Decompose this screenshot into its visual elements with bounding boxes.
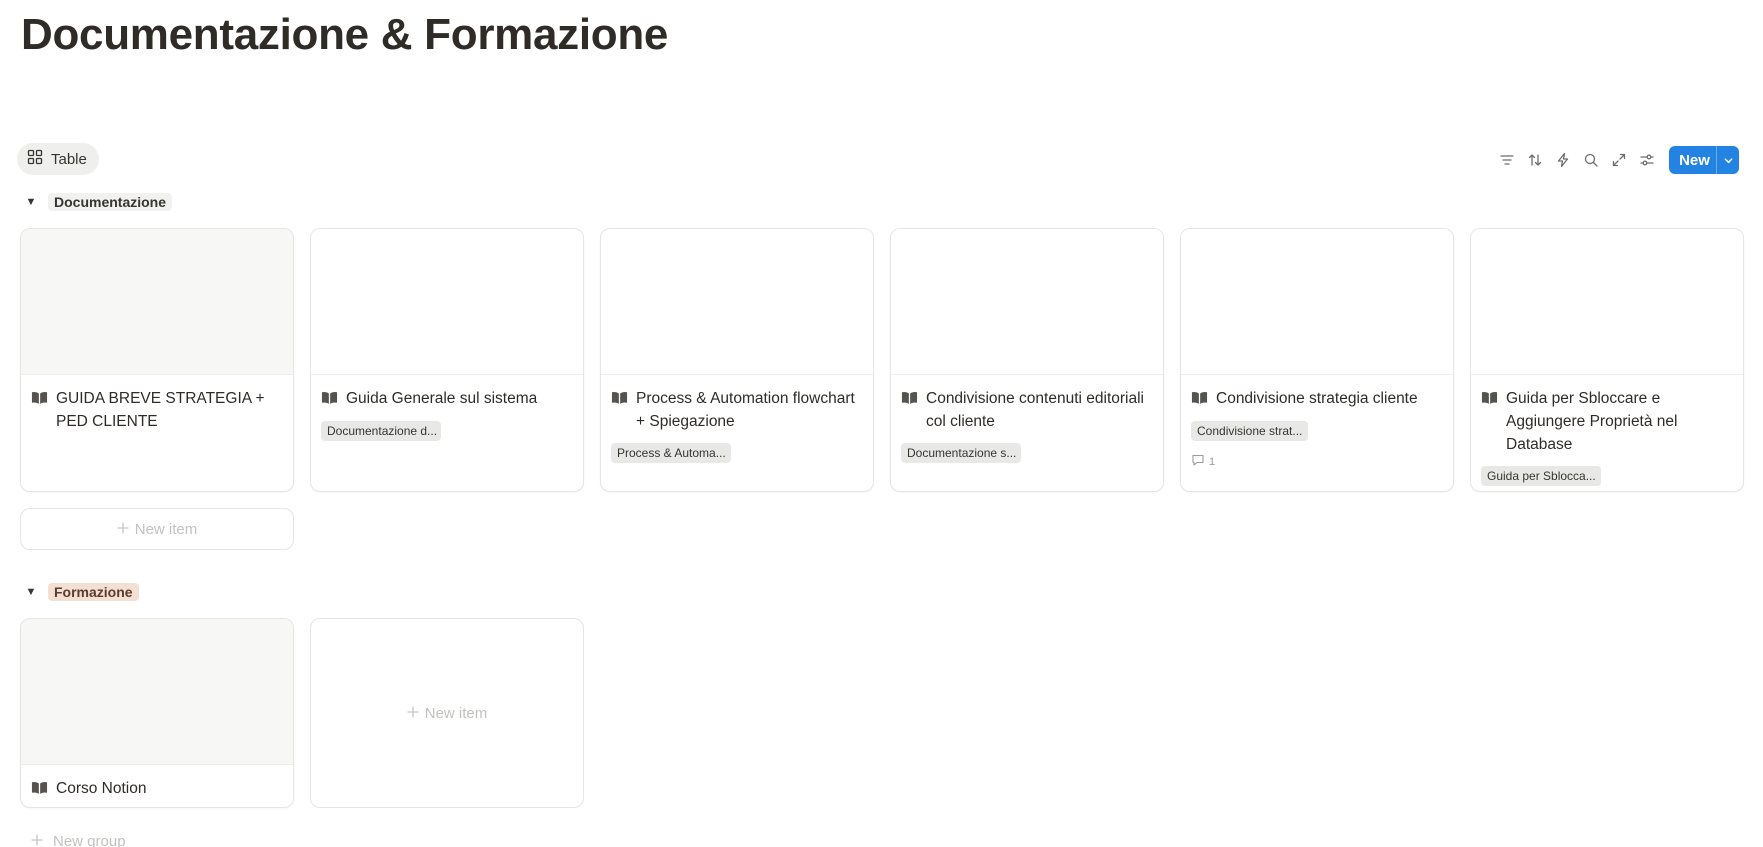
gallery-card[interactable]: Condivisione strategia cliente Condivisi… xyxy=(1180,228,1454,492)
book-open-icon xyxy=(901,387,918,411)
card-title: Process & Automation flowchart + Spiegaz… xyxy=(636,390,855,430)
group-header-documentazione: ▼ Documentazione xyxy=(24,193,173,211)
card-cover xyxy=(21,229,293,375)
gallery-card[interactable]: Corso Notion xyxy=(20,618,294,808)
gallery-card[interactable]: GUIDA BREVE STRATEGIA + PED CLIENTE xyxy=(20,228,294,492)
new-item-button[interactable]: New item xyxy=(20,508,294,550)
relation-tag: Documentazione d... xyxy=(321,421,441,441)
card-title: Condivisione strategia cliente xyxy=(1216,390,1418,407)
gallery-card[interactable]: Process & Automation flowchart + Spiegaz… xyxy=(600,228,874,492)
relation-tag: Condivisione strat... xyxy=(1191,421,1309,441)
filter-icon[interactable] xyxy=(1493,146,1521,174)
comment-count-value: 1 xyxy=(1209,455,1216,468)
chevron-down-icon[interactable] xyxy=(1717,155,1739,166)
plus-icon xyxy=(117,521,129,538)
group-label: Formazione xyxy=(48,583,139,601)
book-open-icon xyxy=(31,387,48,411)
plus-icon xyxy=(31,833,43,847)
relation-tag: Documentazione s... xyxy=(901,443,1021,463)
card-title: Corso Notion xyxy=(56,780,147,797)
comment-count: 1 xyxy=(1191,453,1443,470)
card-title: Guida Generale sul sistema xyxy=(346,390,538,407)
database-toolbar: New xyxy=(1493,146,1739,174)
new-item-button[interactable]: New item xyxy=(310,618,584,808)
card-title: Guida per Sbloccare e Aggiungere Proprie… xyxy=(1506,390,1678,453)
gallery-card[interactable]: Condivisione contenuti editoriali col cl… xyxy=(890,228,1164,492)
card-title: GUIDA BREVE STRATEGIA + PED CLIENTE xyxy=(56,390,265,430)
card-cover xyxy=(21,619,293,765)
page-title: Documentazione & Formazione xyxy=(21,10,669,59)
book-open-icon xyxy=(31,777,48,801)
settings-sliders-icon[interactable] xyxy=(1633,146,1661,174)
new-group-label: New group xyxy=(53,833,126,847)
expand-icon[interactable] xyxy=(1605,146,1633,174)
new-group-button[interactable]: New group xyxy=(31,833,126,847)
search-icon[interactable] xyxy=(1577,146,1605,174)
book-open-icon xyxy=(321,387,338,411)
gallery-grid-icon xyxy=(27,149,43,169)
new-item-label: New item xyxy=(424,704,488,722)
card-cover xyxy=(1471,229,1743,375)
plus-icon xyxy=(407,705,419,722)
sort-icon[interactable] xyxy=(1521,146,1549,174)
gallery-card[interactable]: Guida Generale sul sistema Documentazion… xyxy=(310,228,584,492)
tab-label: Table xyxy=(51,150,87,168)
lightning-icon[interactable] xyxy=(1549,146,1577,174)
comment-icon xyxy=(1191,453,1205,470)
book-open-icon xyxy=(611,387,628,411)
relation-tag: Process & Automa... xyxy=(611,443,731,463)
card-cover xyxy=(891,229,1163,375)
group-toggle-triangle-icon[interactable]: ▼ xyxy=(24,586,38,598)
card-title: Condivisione contenuti editoriali col cl… xyxy=(926,390,1144,430)
tab-table-view[interactable]: Table xyxy=(17,143,99,175)
gallery-card[interactable]: Guida per Sbloccare e Aggiungere Proprie… xyxy=(1470,228,1744,492)
group-toggle-triangle-icon[interactable]: ▼ xyxy=(24,196,38,208)
group-label: Documentazione xyxy=(48,193,173,211)
new-button-label: New xyxy=(1679,151,1710,169)
book-open-icon xyxy=(1191,387,1208,411)
card-cover xyxy=(601,229,873,375)
new-button[interactable]: New xyxy=(1669,146,1739,174)
card-cover xyxy=(311,229,583,375)
new-item-label: New item xyxy=(134,520,198,538)
card-cover xyxy=(1181,229,1453,375)
relation-tag: Guida per Sblocca... xyxy=(1481,466,1601,486)
book-open-icon xyxy=(1481,387,1498,411)
group-header-formazione: ▼ Formazione xyxy=(24,583,139,601)
